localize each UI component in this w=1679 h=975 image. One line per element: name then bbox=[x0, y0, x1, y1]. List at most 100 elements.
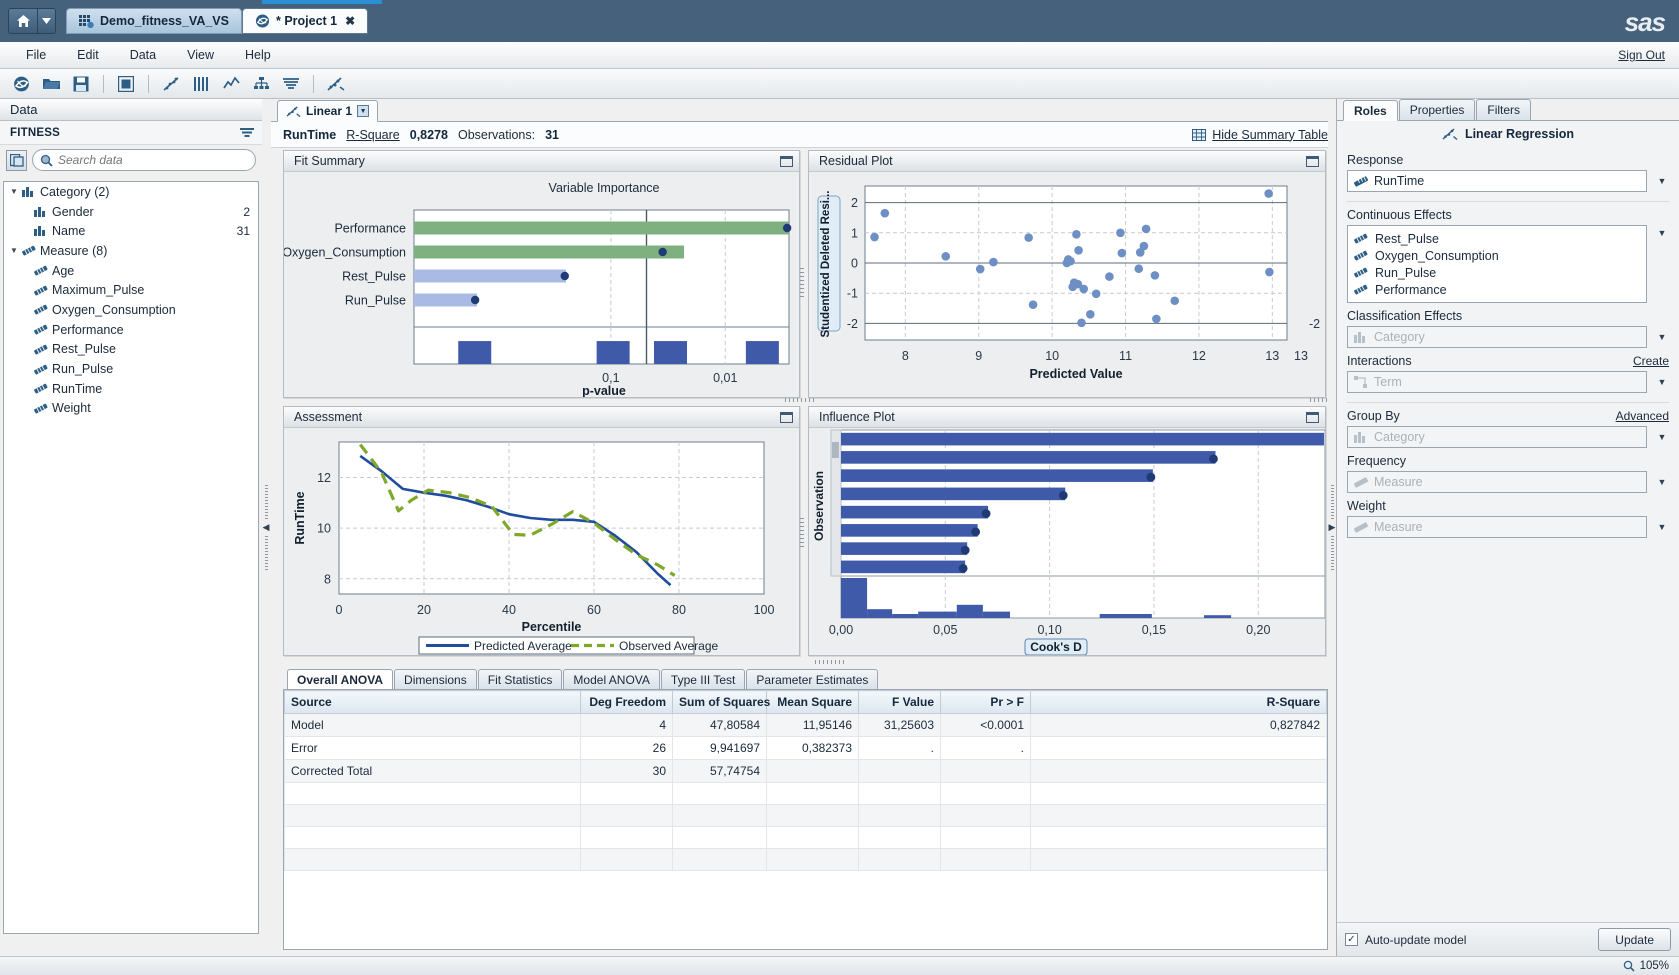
layout-button[interactable] bbox=[113, 72, 139, 96]
object-tab-linear-1[interactable]: Linear 1 ▼ bbox=[277, 100, 379, 122]
menu-file[interactable]: File bbox=[12, 44, 60, 66]
results-tab-type-iii-test[interactable]: Type III Test bbox=[660, 669, 746, 690]
frequency-field[interactable]: Measure ▼ bbox=[1347, 471, 1669, 493]
maximize-icon[interactable] bbox=[1306, 155, 1319, 167]
response-input[interactable]: RunTime bbox=[1347, 170, 1647, 192]
continuous-effect-item[interactable]: Run_Pulse bbox=[1354, 264, 1640, 281]
assessment-chart[interactable]: 0 20 40 60 80 100 12 10 8 Percentile RunTime Predic… bbox=[284, 428, 799, 655]
column-header[interactable]: Source bbox=[284, 690, 581, 714]
continuous-effects-field[interactable]: Rest_Pulse Oxygen_Consumption Run_Pulse Per… bbox=[1347, 225, 1669, 303]
home-button-group[interactable] bbox=[8, 8, 56, 34]
workspace-tab-data[interactable]: Demo_fitness_VA_VS bbox=[66, 8, 242, 34]
tree-item-oxygen-consumption[interactable]: Oxygen_Consumption bbox=[4, 300, 258, 320]
menu-data[interactable]: Data bbox=[116, 44, 170, 66]
search-input[interactable] bbox=[58, 153, 255, 167]
scatter-plot-button[interactable] bbox=[158, 72, 184, 96]
continuous-effect-item[interactable]: Rest_Pulse bbox=[1354, 230, 1640, 247]
save-button[interactable] bbox=[68, 72, 94, 96]
left-panel-splitter[interactable]: ◀ bbox=[262, 99, 270, 956]
tab-filters[interactable]: Filters bbox=[1476, 99, 1532, 120]
results-tab-overall-anova[interactable]: Overall ANOVA bbox=[287, 669, 394, 690]
interactions-field[interactable]: Term ▼ bbox=[1347, 371, 1669, 393]
table-row[interactable]: Error 26 9,941697 0,382373.. bbox=[284, 736, 1327, 760]
home-menu-button[interactable] bbox=[38, 8, 56, 34]
open-button[interactable] bbox=[38, 72, 64, 96]
filter-menu-icon[interactable] bbox=[240, 127, 254, 139]
grid-splitter-v2[interactable] bbox=[800, 518, 804, 548]
interactions-input[interactable]: Term bbox=[1347, 371, 1647, 393]
menu-view[interactable]: View bbox=[173, 44, 228, 66]
chevron-down-icon[interactable]: ▼ bbox=[1655, 522, 1669, 532]
right-panel-splitter[interactable]: ▶ bbox=[1328, 99, 1336, 956]
maximize-icon[interactable] bbox=[1306, 411, 1319, 423]
zoom-icon[interactable] bbox=[1623, 960, 1635, 972]
new-report-button[interactable] bbox=[8, 72, 34, 96]
group-by-input[interactable]: Category bbox=[1347, 426, 1647, 448]
results-tab-fit-statistics[interactable]: Fit Statistics bbox=[477, 669, 563, 690]
bar-chart-button[interactable] bbox=[188, 72, 214, 96]
card-fit-summary-body[interactable]: Variable Importance 0,1 0,01 Performance Oxy… bbox=[284, 172, 799, 397]
card-assessment-body[interactable]: 0 20 40 60 80 100 12 10 8 Percentile RunTime Predic… bbox=[284, 428, 799, 655]
continuous-effect-item[interactable]: Performance bbox=[1354, 281, 1640, 298]
tree-item-rest-pulse[interactable]: Rest_Pulse bbox=[4, 340, 258, 360]
data-tree[interactable]: ▼ Category (2) Gender 2 Name 31 ▼ Measure (8) Ag… bbox=[3, 181, 259, 934]
tree-item-name[interactable]: Name 31 bbox=[4, 221, 258, 241]
tree-item-category-2[interactable]: ▼ Category (2) bbox=[4, 182, 258, 202]
dataset-row[interactable]: FITNESS bbox=[0, 121, 262, 145]
table-row[interactable]: Model 4 47,80584 11,95146 31,25603 <0.0001 0,8… bbox=[284, 713, 1327, 737]
tree-item-weight[interactable]: Weight bbox=[4, 399, 258, 419]
close-icon[interactable]: ✖ bbox=[345, 14, 355, 28]
card-residual-plot-body[interactable]: 8 9 10 11 12 13 2 1 0 -1 -2 13 -2 Predicted Value Stud… bbox=[809, 172, 1325, 397]
data-source-button[interactable] bbox=[6, 149, 27, 171]
classification-effects-input[interactable]: Category bbox=[1347, 326, 1647, 348]
column-header[interactable]: Deg Freedom bbox=[580, 690, 673, 714]
grid-splitter-h3[interactable] bbox=[815, 660, 845, 664]
tree-item-maximum-pulse[interactable]: Maximum_Pulse bbox=[4, 280, 258, 300]
chevron-down-icon[interactable]: ▼ bbox=[357, 105, 370, 117]
group-by-field[interactable]: Category ▼ bbox=[1347, 426, 1669, 448]
menu-edit[interactable]: Edit bbox=[63, 44, 113, 66]
results-tab-model-anova[interactable]: Model ANOVA bbox=[563, 669, 660, 690]
column-header[interactable]: Mean Square bbox=[766, 690, 859, 714]
maximize-icon[interactable] bbox=[780, 411, 793, 423]
influence-plot-chart[interactable]: 0,00 0,05 0,10 0,15 0,20 Observation Cook's D bbox=[809, 428, 1325, 655]
chevron-down-icon[interactable]: ▼ bbox=[10, 187, 22, 196]
grid-splitter-v1[interactable] bbox=[800, 268, 804, 298]
frequency-input[interactable]: Measure bbox=[1347, 471, 1647, 493]
collapse-left-icon[interactable]: ◀ bbox=[263, 522, 270, 533]
collapse-right-icon[interactable]: ▶ bbox=[1329, 522, 1336, 533]
table-row[interactable]: Corrected Total 30 57,74754 bbox=[284, 759, 1327, 783]
menu-help[interactable]: Help bbox=[231, 44, 285, 66]
column-header[interactable]: F Value bbox=[858, 690, 941, 714]
table-row[interactable] bbox=[284, 826, 1327, 849]
grid-splitter-h1[interactable] bbox=[785, 398, 815, 402]
tree-item-measure-8[interactable]: ▼ Measure (8) bbox=[4, 241, 258, 261]
home-button[interactable] bbox=[8, 8, 38, 34]
search-box[interactable] bbox=[32, 149, 256, 171]
hide-summary-table-link[interactable]: Hide Summary Table bbox=[1192, 128, 1328, 142]
continuous-effect-item[interactable]: Oxygen_Consumption bbox=[1354, 247, 1640, 264]
tree-item-age[interactable]: Age bbox=[4, 261, 258, 281]
weight-input[interactable]: Measure bbox=[1347, 516, 1647, 538]
chevron-down-icon[interactable]: ▼ bbox=[1655, 477, 1669, 487]
column-header[interactable]: Pr > F bbox=[940, 690, 1031, 714]
maximize-icon[interactable] bbox=[780, 155, 793, 167]
zoom-level[interactable]: 105% bbox=[1640, 960, 1669, 972]
workspace-tab-project[interactable]: * Project 1 ✖ bbox=[242, 8, 369, 34]
tree-item-runtime[interactable]: RunTime bbox=[4, 379, 258, 399]
chevron-down-icon[interactable]: ▼ bbox=[1655, 432, 1669, 442]
response-field[interactable]: RunTime ▼ bbox=[1347, 170, 1669, 192]
card-influence-plot-body[interactable]: 0,00 0,05 0,10 0,15 0,20 Observation Cook's D bbox=[809, 428, 1325, 655]
weight-field[interactable]: Measure ▼ bbox=[1347, 516, 1669, 538]
tab-roles[interactable]: Roles bbox=[1343, 100, 1398, 121]
line-chart-button[interactable] bbox=[218, 72, 244, 96]
anova-table[interactable]: Source Deg Freedom Sum of Squares Mean Squa… bbox=[284, 690, 1327, 871]
regression-button[interactable] bbox=[323, 72, 349, 96]
chevron-down-icon[interactable]: ▼ bbox=[1655, 225, 1669, 238]
sign-out-link[interactable]: Sign Out bbox=[1618, 48, 1665, 62]
forecast-button[interactable] bbox=[278, 72, 304, 96]
column-header[interactable]: Sum of Squares bbox=[672, 690, 770, 714]
tree-item-run-pulse[interactable]: Run_Pulse bbox=[4, 359, 258, 379]
chevron-down-icon[interactable]: ▼ bbox=[1655, 176, 1669, 186]
chevron-down-icon[interactable]: ▼ bbox=[1655, 332, 1669, 342]
